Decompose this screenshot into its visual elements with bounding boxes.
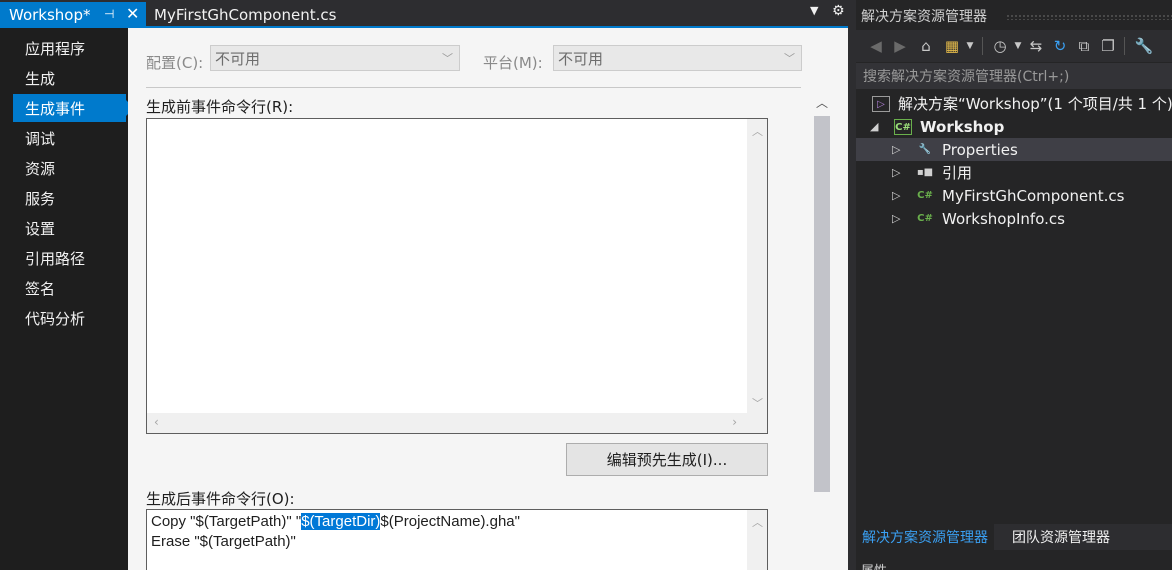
- collapse-all-icon[interactable]: ⧉: [1074, 36, 1094, 56]
- properties-nav: 应用程序 生成 生成事件 调试 资源 服务 设置 引用路径 签名 代码分析: [0, 28, 134, 570]
- prebuild-label: 生成前事件命令行(R):: [146, 98, 294, 116]
- toolbar-separator: [1124, 37, 1125, 55]
- references-icon: ▪■: [916, 166, 934, 178]
- gear-icon[interactable]: ⚙: [832, 3, 845, 19]
- home-icon[interactable]: ⌂: [916, 36, 936, 56]
- collapsed-triangle-icon[interactable]: ▷: [892, 189, 900, 202]
- solution-icon: ▷: [872, 95, 890, 112]
- tab-list-dropdown-icon[interactable]: ▼: [810, 4, 818, 17]
- show-all-files-icon[interactable]: ❐: [1098, 36, 1118, 56]
- nav-item-debug[interactable]: 调试: [13, 124, 126, 152]
- platform-select: 不可用 ﹀: [553, 45, 802, 71]
- nav-item-code-analysis[interactable]: 代码分析: [13, 304, 126, 332]
- csharp-file-icon: C#: [917, 212, 933, 224]
- nav-item-build-events[interactable]: 生成事件: [13, 94, 134, 122]
- selected-text: $(TargetDir): [301, 513, 381, 530]
- platform-value: 不可用: [558, 49, 604, 68]
- postbuild-label: 生成后事件命令行(O):: [146, 490, 295, 508]
- tree-project-node[interactable]: ◢ C# Workshop: [856, 115, 1172, 138]
- wrench-icon: 🔧: [918, 143, 932, 155]
- solution-search-input[interactable]: 搜索解决方案资源管理器(Ctrl+;): [856, 63, 1172, 89]
- edit-prebuild-button[interactable]: 编辑预先生成(I)...: [566, 443, 768, 476]
- chevron-down-icon[interactable]: ▼: [960, 36, 980, 56]
- visual-studio-window: Workshop* ⊣ ✕ MyFirstGhComponent.cs ▼ ⚙ …: [0, 0, 1172, 570]
- history-icon[interactable]: ◷: [990, 36, 1010, 56]
- tab-myfirstghcomponent-label: MyFirstGhComponent.cs: [154, 6, 337, 24]
- prebuild-vertical-scrollbar[interactable]: ︿ ﹀: [747, 119, 767, 433]
- page-scroll-thumb[interactable]: [814, 116, 830, 492]
- tree-item-myfirstghcomponent[interactable]: ▷ C# MyFirstGhComponent.cs: [856, 184, 1172, 207]
- csharp-file-icon: C#: [917, 189, 933, 201]
- tab-myfirstghcomponent[interactable]: MyFirstGhComponent.cs: [154, 2, 336, 28]
- platform-label: 平台(M):: [483, 54, 543, 72]
- chevron-down-icon: ﹀: [784, 52, 795, 65]
- nav-item-services[interactable]: 服务: [13, 184, 126, 212]
- tree-solution-node[interactable]: ▷ 解决方案“Workshop”(1 个项目/共 1 个): [856, 92, 1172, 115]
- explorer-bottom-tabs: 解决方案资源管理器 团队资源管理器: [856, 524, 1172, 550]
- tab-workshop-label: Workshop*: [9, 6, 91, 24]
- divider: [146, 87, 801, 88]
- document-tab-bar: Workshop* ⊣ ✕ MyFirstGhComponent.cs ▼ ⚙: [0, 0, 848, 28]
- tab-workshop[interactable]: Workshop* ⊣ ✕: [0, 2, 146, 28]
- postbuild-vertical-scrollbar[interactable]: ︿: [747, 510, 767, 570]
- chevron-down-icon[interactable]: ▼: [1008, 36, 1028, 56]
- chevron-down-icon: ﹀: [442, 52, 453, 65]
- tab-team-explorer[interactable]: 团队资源管理器: [1006, 524, 1116, 550]
- nav-item-reference-paths[interactable]: 引用路径: [13, 244, 126, 272]
- properties-wrench-icon[interactable]: 🔧: [1134, 36, 1154, 56]
- scroll-up-icon[interactable]: ︿: [752, 123, 763, 139]
- postbuild-command-textbox[interactable]: Copy "$(TargetPath)" "$(TargetDir)$(Proj…: [146, 509, 768, 570]
- tree-item-properties[interactable]: ▷ 🔧 Properties: [856, 138, 1172, 161]
- tab-solution-explorer[interactable]: 解决方案资源管理器: [856, 524, 994, 550]
- solution-explorer-toolbar: ◀ ▶ ⌂ ▦ ▼ ◷ ▼ ⇆ ↻ ⧉ ❐ 🔧: [856, 30, 1172, 62]
- collapsed-triangle-icon[interactable]: ▷: [892, 143, 900, 156]
- postbuild-line2: Erase "$(TargetPath)": [151, 533, 296, 550]
- tree-item-workshopinfo[interactable]: ▷ C# WorkshopInfo.cs: [856, 207, 1172, 230]
- prebuild-command-textbox[interactable]: ︿ ﹀ ‹ ›: [146, 118, 768, 434]
- configuration-select: 不可用 ﹀: [210, 45, 460, 71]
- tree-item-label: 引用: [942, 164, 973, 182]
- collapsed-triangle-icon[interactable]: ▷: [892, 212, 900, 225]
- back-icon[interactable]: ◀: [866, 36, 886, 56]
- sync-icon[interactable]: ⇆: [1026, 36, 1046, 56]
- tree-item-label: Properties: [942, 140, 1018, 159]
- postbuild-line1-end: $(ProjectName).gha": [380, 513, 520, 530]
- pin-icon[interactable]: ⊣: [104, 7, 114, 21]
- properties-panel-title: 属性: [861, 560, 887, 570]
- solution-explorer-panel: 解决方案资源管理器 ◀ ▶ ⌂ ▦ ▼ ◷ ▼ ⇆ ↻ ⧉ ❐ 🔧 搜索解决方案…: [848, 0, 1172, 570]
- project-properties-document: Workshop* ⊣ ✕ MyFirstGhComponent.cs ▼ ⚙ …: [0, 0, 848, 570]
- scroll-right-icon[interactable]: ›: [732, 415, 737, 429]
- panel-grip[interactable]: [1006, 14, 1172, 20]
- solution-label: 解决方案“Workshop”(1 个项目/共 1 个): [898, 95, 1172, 113]
- scroll-left-icon[interactable]: ‹: [154, 415, 159, 429]
- tree-item-label: MyFirstGhComponent.cs: [942, 186, 1125, 205]
- scroll-up-icon[interactable]: ︿: [752, 514, 763, 530]
- expanded-triangle-icon[interactable]: ◢: [870, 120, 878, 133]
- build-events-page: 配置(C): 不可用 ﹀ 平台(M): 不可用 ﹀ ︿ 生成前事件命令行(R):…: [128, 28, 848, 570]
- close-icon[interactable]: ✕: [126, 4, 139, 23]
- configuration-value: 不可用: [215, 49, 261, 68]
- postbuild-line1-start: Copy "$(TargetPath)" ": [151, 513, 302, 530]
- nav-item-signing[interactable]: 签名: [13, 274, 126, 302]
- solution-explorer-title: 解决方案资源管理器: [861, 9, 987, 25]
- prebuild-horizontal-scrollbar[interactable]: ‹ ›: [147, 413, 767, 433]
- csharp-project-icon: C#: [894, 118, 912, 135]
- scroll-down-icon[interactable]: ﹀: [752, 395, 763, 411]
- postbuild-command-text[interactable]: Copy "$(TargetPath)" "$(TargetDir)$(Proj…: [151, 512, 520, 552]
- tree-item-label: WorkshopInfo.cs: [942, 209, 1065, 228]
- collapsed-triangle-icon[interactable]: ▷: [892, 166, 900, 179]
- forward-icon[interactable]: ▶: [890, 36, 910, 56]
- page-scroll-up-icon[interactable]: ︿: [814, 94, 830, 112]
- nav-item-resources[interactable]: 资源: [13, 154, 126, 182]
- project-label: Workshop: [920, 117, 1005, 136]
- tree-item-references[interactable]: ▷ ▪■ 引用: [856, 161, 1172, 184]
- nav-item-build[interactable]: 生成: [13, 64, 126, 92]
- nav-item-settings[interactable]: 设置: [13, 214, 126, 242]
- configuration-label: 配置(C):: [146, 54, 204, 72]
- refresh-icon[interactable]: ↻: [1050, 36, 1070, 56]
- switch-views-icon[interactable]: ▦: [942, 36, 962, 56]
- nav-item-application[interactable]: 应用程序: [13, 34, 126, 62]
- toolbar-separator: [982, 37, 983, 55]
